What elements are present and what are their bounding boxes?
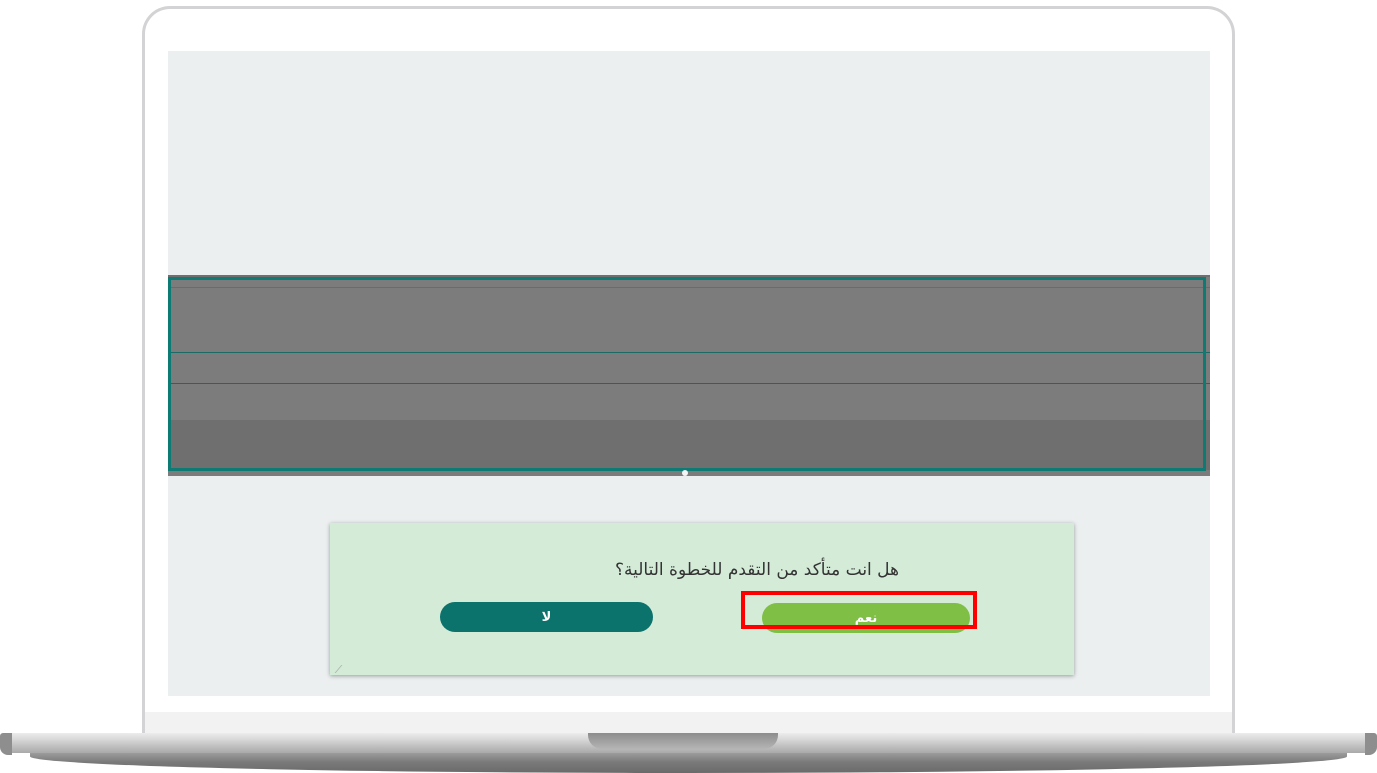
laptop-chin — [145, 712, 1232, 734]
yes-button[interactable]: نعم — [762, 603, 970, 633]
app-screenshot-strip: هل انت متأكد من التقدم للخطوة التالية؟ ل… — [168, 275, 1210, 675]
laptop-screen: هل انت متأكد من التقدم للخطوة التالية؟ ل… — [168, 51, 1210, 696]
confirm-dialog: هل انت متأكد من التقدم للخطوة التالية؟ ل… — [330, 523, 1074, 675]
base-notch — [588, 733, 778, 749]
base-underside — [30, 753, 1347, 773]
base-end-right — [1365, 733, 1377, 755]
app-frame-border — [168, 277, 1206, 471]
page-indicator-dot — [682, 470, 688, 476]
laptop-base — [0, 733, 1377, 773]
dialog-question: هل انت متأكد من التقدم للخطوة التالية؟ — [614, 560, 900, 580]
base-end-left — [0, 733, 12, 755]
no-button[interactable]: لا — [440, 602, 653, 632]
resize-handle-icon — [334, 665, 355, 673]
